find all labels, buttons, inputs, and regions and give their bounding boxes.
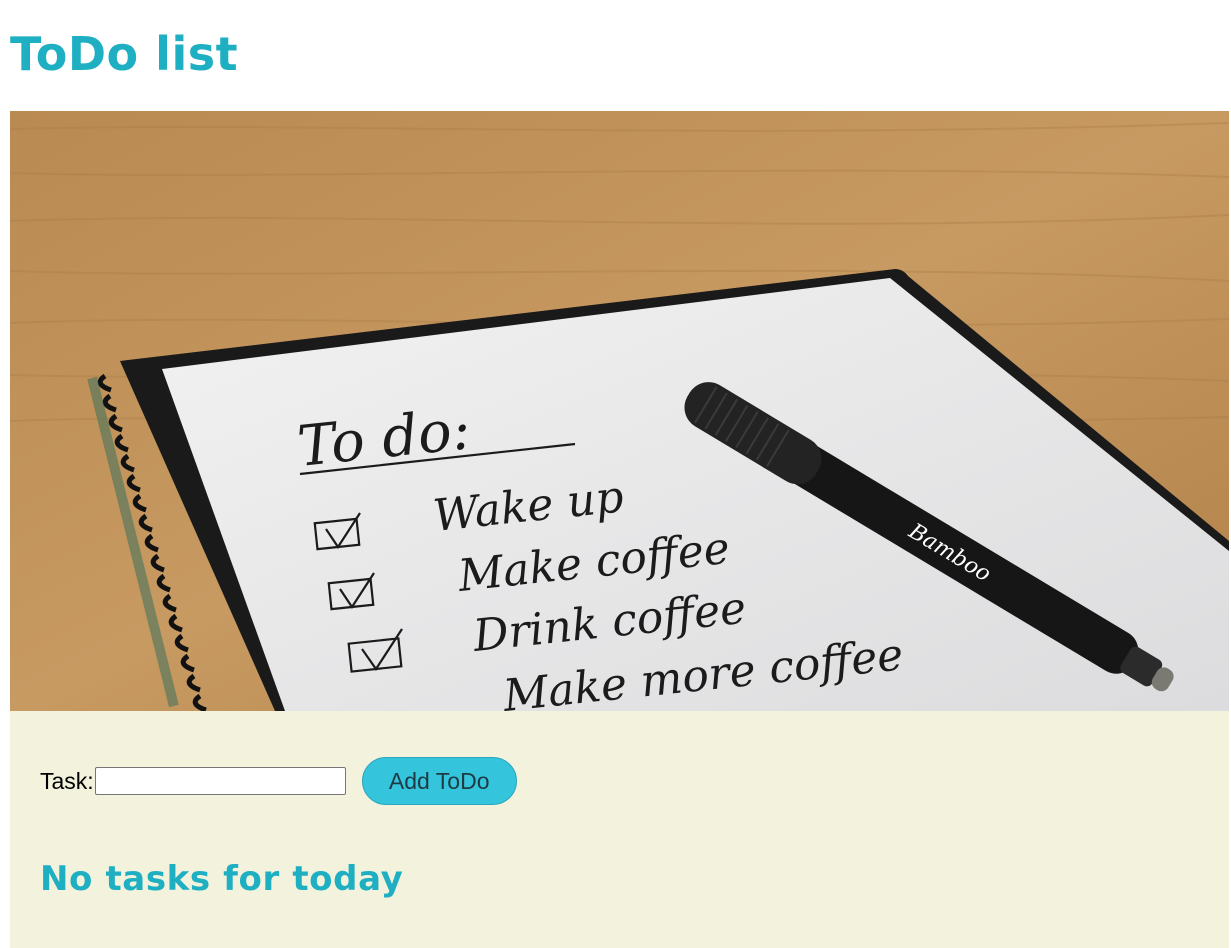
page-title: ToDo list — [10, 27, 239, 81]
task-form: Task: Add ToDo — [40, 757, 517, 805]
empty-state-message: No tasks for today — [40, 859, 404, 899]
add-todo-button[interactable]: Add ToDo — [361, 757, 517, 805]
task-label: Task: — [40, 767, 94, 794]
todo-panel: Task: Add ToDo No tasks for today — [10, 711, 1229, 948]
hero-image: To do: Wake up Make coffee Drink coffee … — [10, 111, 1229, 711]
notebook-photo-illustration: To do: Wake up Make coffee Drink coffee … — [10, 111, 1229, 711]
task-input[interactable] — [94, 767, 346, 795]
